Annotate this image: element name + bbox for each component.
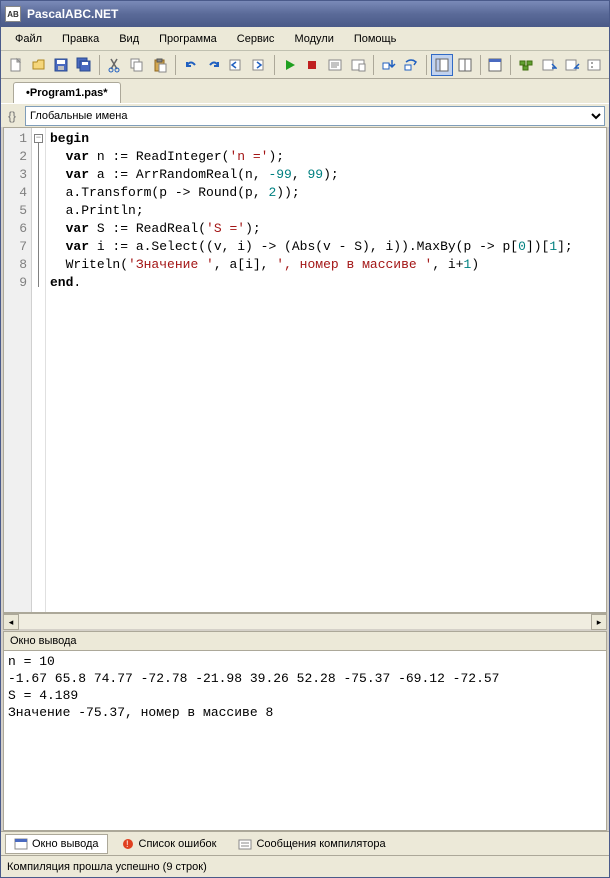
intellisense-icon[interactable] — [515, 54, 537, 76]
fold-column[interactable]: − — [32, 128, 46, 612]
build-icon[interactable] — [347, 54, 369, 76]
toolbar-separator — [373, 55, 374, 75]
goto-impl-icon[interactable] — [561, 54, 583, 76]
title-bar: AB PascalABC.NET — [1, 1, 609, 27]
form-icon[interactable] — [485, 54, 507, 76]
menu-modules[interactable]: Модули — [284, 30, 343, 48]
menu-view[interactable]: Вид — [109, 30, 149, 48]
step-into-icon[interactable] — [378, 54, 400, 76]
editor-tab[interactable]: •Program1.pas* — [13, 82, 121, 103]
braces-icon: {} — [5, 107, 23, 125]
output-panel-title: Окно вывода — [3, 631, 607, 651]
undo-icon[interactable] — [180, 54, 202, 76]
tab-compiler-messages[interactable]: Сообщения компилятора — [229, 834, 394, 854]
svg-text:{}: {} — [8, 109, 16, 123]
editor-tab-bar: •Program1.pas* — [1, 79, 609, 103]
toolbar-separator — [99, 55, 100, 75]
redo-icon[interactable] — [203, 54, 225, 76]
scope-dropdown[interactable]: Глобальные имена — [25, 106, 605, 126]
paste-icon[interactable] — [149, 54, 171, 76]
bottom-tab-bar: Окно вывода ! Список ошибок Сообщения ко… — [1, 831, 609, 855]
errors-tab-icon: ! — [121, 837, 135, 851]
menu-help[interactable]: Помощь — [344, 30, 407, 48]
tab-output[interactable]: Окно вывода — [5, 834, 108, 854]
menu-program[interactable]: Программа — [149, 30, 227, 48]
run-icon[interactable] — [279, 54, 301, 76]
status-text: Компиляция прошла успешно (9 строк) — [7, 861, 207, 873]
svg-text:!: ! — [126, 839, 129, 849]
window-title: PascalABC.NET — [27, 7, 118, 21]
compile-icon[interactable] — [324, 54, 346, 76]
scroll-right-icon[interactable]: ▸ — [591, 614, 607, 630]
editor-scrollbar-horizontal[interactable]: ◂ ▸ — [3, 613, 607, 629]
app-icon: AB — [5, 6, 21, 22]
line-gutter: 123 456 789 — [4, 128, 32, 612]
menu-edit[interactable]: Правка — [52, 30, 109, 48]
copy-icon[interactable] — [127, 54, 149, 76]
panel-toggle-2-icon[interactable] — [454, 54, 476, 76]
save-all-icon[interactable] — [73, 54, 95, 76]
menu-bar: Файл Правка Вид Программа Сервис Модули … — [1, 27, 609, 51]
output-tab-icon — [14, 837, 28, 851]
toolbar-separator — [510, 55, 511, 75]
options-icon[interactable] — [583, 54, 605, 76]
toolbar — [1, 51, 609, 79]
nav-back-icon[interactable] — [225, 54, 247, 76]
new-file-icon[interactable] — [5, 54, 27, 76]
tab-errors[interactable]: ! Список ошибок — [112, 834, 226, 854]
scroll-track[interactable] — [19, 614, 591, 629]
output-panel[interactable]: n = 10 -1.67 65.8 74.77 -72.78 -21.98 39… — [3, 651, 607, 831]
nav-forward-icon[interactable] — [248, 54, 270, 76]
scroll-left-icon[interactable]: ◂ — [3, 614, 19, 630]
toolbar-separator — [175, 55, 176, 75]
menu-service[interactable]: Сервис — [227, 30, 285, 48]
cut-icon[interactable] — [104, 54, 126, 76]
step-over-icon[interactable] — [400, 54, 422, 76]
nav-bar: {} Глобальные имена — [1, 103, 609, 127]
panel-toggle-1-icon[interactable] — [431, 54, 453, 76]
open-file-icon[interactable] — [28, 54, 50, 76]
goto-def-icon[interactable] — [538, 54, 560, 76]
toolbar-separator — [274, 55, 275, 75]
stop-icon[interactable] — [302, 54, 324, 76]
save-icon[interactable] — [50, 54, 72, 76]
code-content[interactable]: begin var n := ReadInteger('n ='); var a… — [46, 128, 606, 612]
toolbar-separator — [426, 55, 427, 75]
messages-tab-icon — [238, 837, 252, 851]
code-editor[interactable]: 123 456 789 − begin var n := ReadInteger… — [3, 127, 607, 613]
menu-file[interactable]: Файл — [5, 30, 52, 48]
status-bar: Компиляция прошла успешно (9 строк) — [1, 855, 609, 877]
toolbar-separator — [480, 55, 481, 75]
